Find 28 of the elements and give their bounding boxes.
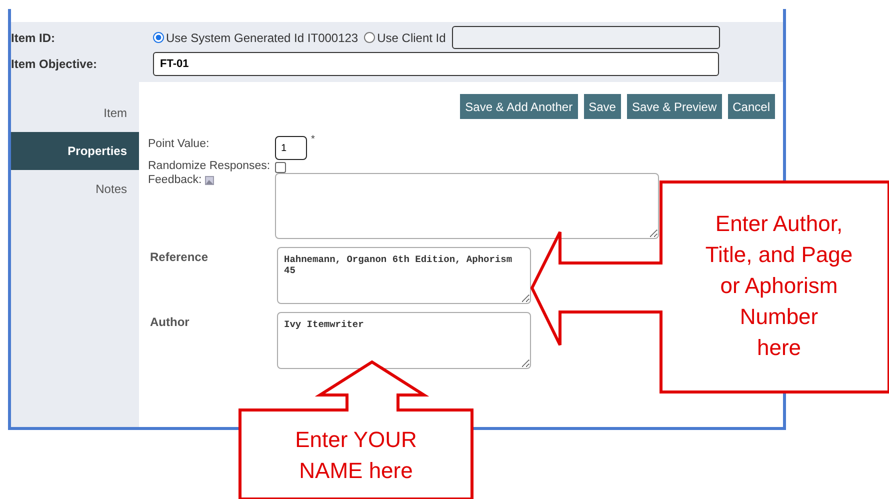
feedback-field[interactable] [275,173,659,239]
radio-label: Use Client Id [377,30,446,44]
author-field[interactable]: Ivy Itemwriter [277,312,531,369]
callout-text: Enter YOUR NAME here [294,426,418,485]
point-value-field[interactable]: 1 [275,136,307,160]
radio-icon[interactable] [153,32,164,43]
radio-icon[interactable] [364,32,376,43]
field-label: Reference [149,249,210,264]
field-label: Item ID: [11,30,56,44]
field-label: Feedback: [148,174,202,186]
radio-option[interactable]: Use Client Id [364,30,446,44]
randomize-checkbox[interactable] [275,162,286,173]
image-icon [204,176,214,184]
action-button[interactable]: Save & Add Another [460,94,578,119]
callout-text: Enter Author, Title, and Page or Aphorism Number here [704,210,854,362]
field-label: Randomize Responses: [148,160,272,172]
field-label: Author [149,314,190,329]
action-button[interactable]: Save [584,94,621,119]
sidebar-tab[interactable]: Item [11,94,139,132]
objective-field[interactable]: FT-01 [153,52,719,76]
field-label: Point Value: [148,137,210,150]
action-button[interactable]: Cancel [728,94,775,119]
action-button[interactable]: Save & Preview [626,94,722,119]
sidebar-tab[interactable]: Properties [11,132,139,170]
reference-field[interactable]: Hahnemann, Organon 6th Edition, Aphorism 45 [277,247,531,304]
sidebar-tab[interactable]: Notes [11,170,139,208]
required-mark: * [311,134,315,145]
field-label: Item Objective: [11,57,98,71]
